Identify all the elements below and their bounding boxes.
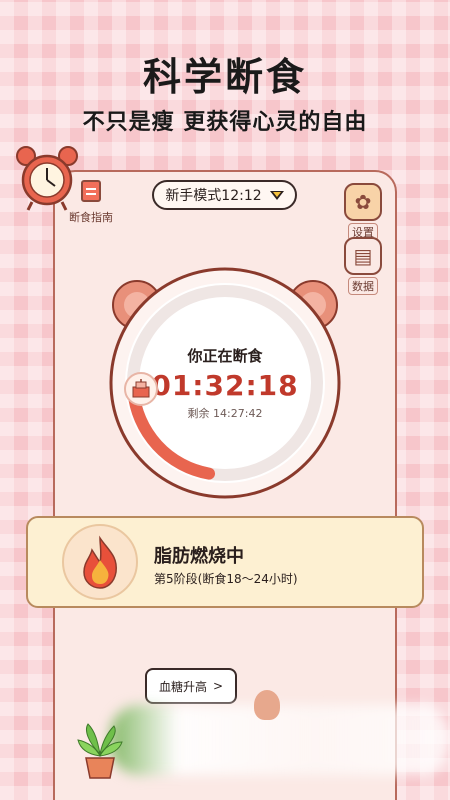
fire-icon xyxy=(62,524,138,600)
data-button[interactable]: ▤ 数据 xyxy=(343,237,383,295)
book-icon xyxy=(81,180,101,202)
hero-subtitle: 不只是瘦 更获得心灵的自由 xyxy=(82,110,368,135)
guide-button[interactable]: 断食指南 xyxy=(66,180,116,225)
fasting-status: 你正在断食 xyxy=(187,347,263,365)
blood-sugar-label: 血糖升高 xyxy=(159,679,208,694)
guide-label: 断食指南 xyxy=(69,211,113,224)
dropdown-triangle-icon xyxy=(269,190,284,200)
gear-icon: ✿ xyxy=(344,183,382,221)
remaining-time: 剩余 14:27:42 xyxy=(187,407,263,420)
stage-title: 脂肪燃烧中 xyxy=(154,546,244,567)
data-label: 数据 xyxy=(348,277,378,295)
stage-detail: 第5阶段(断食18～24小时) xyxy=(154,572,298,586)
mode-label: 新手模式12:12 xyxy=(165,188,262,204)
mode-selector[interactable]: 新手模式12:12 xyxy=(152,180,297,210)
chevron-right-icon: > xyxy=(213,679,224,693)
acorn-decoration xyxy=(254,690,280,720)
blood-sugar-button[interactable]: 血糖升高 > xyxy=(145,668,238,704)
stage-card[interactable]: 脂肪燃烧中 第5阶段(断食18～24小时) xyxy=(26,516,424,608)
clipboard-icon: ▤ xyxy=(344,237,382,275)
grass-decoration xyxy=(110,705,450,775)
settings-button[interactable]: ✿ 设置 xyxy=(343,183,383,241)
plant-icon xyxy=(77,723,123,779)
cake-icon xyxy=(124,372,158,406)
hero-title: 科学断食 xyxy=(142,55,307,99)
